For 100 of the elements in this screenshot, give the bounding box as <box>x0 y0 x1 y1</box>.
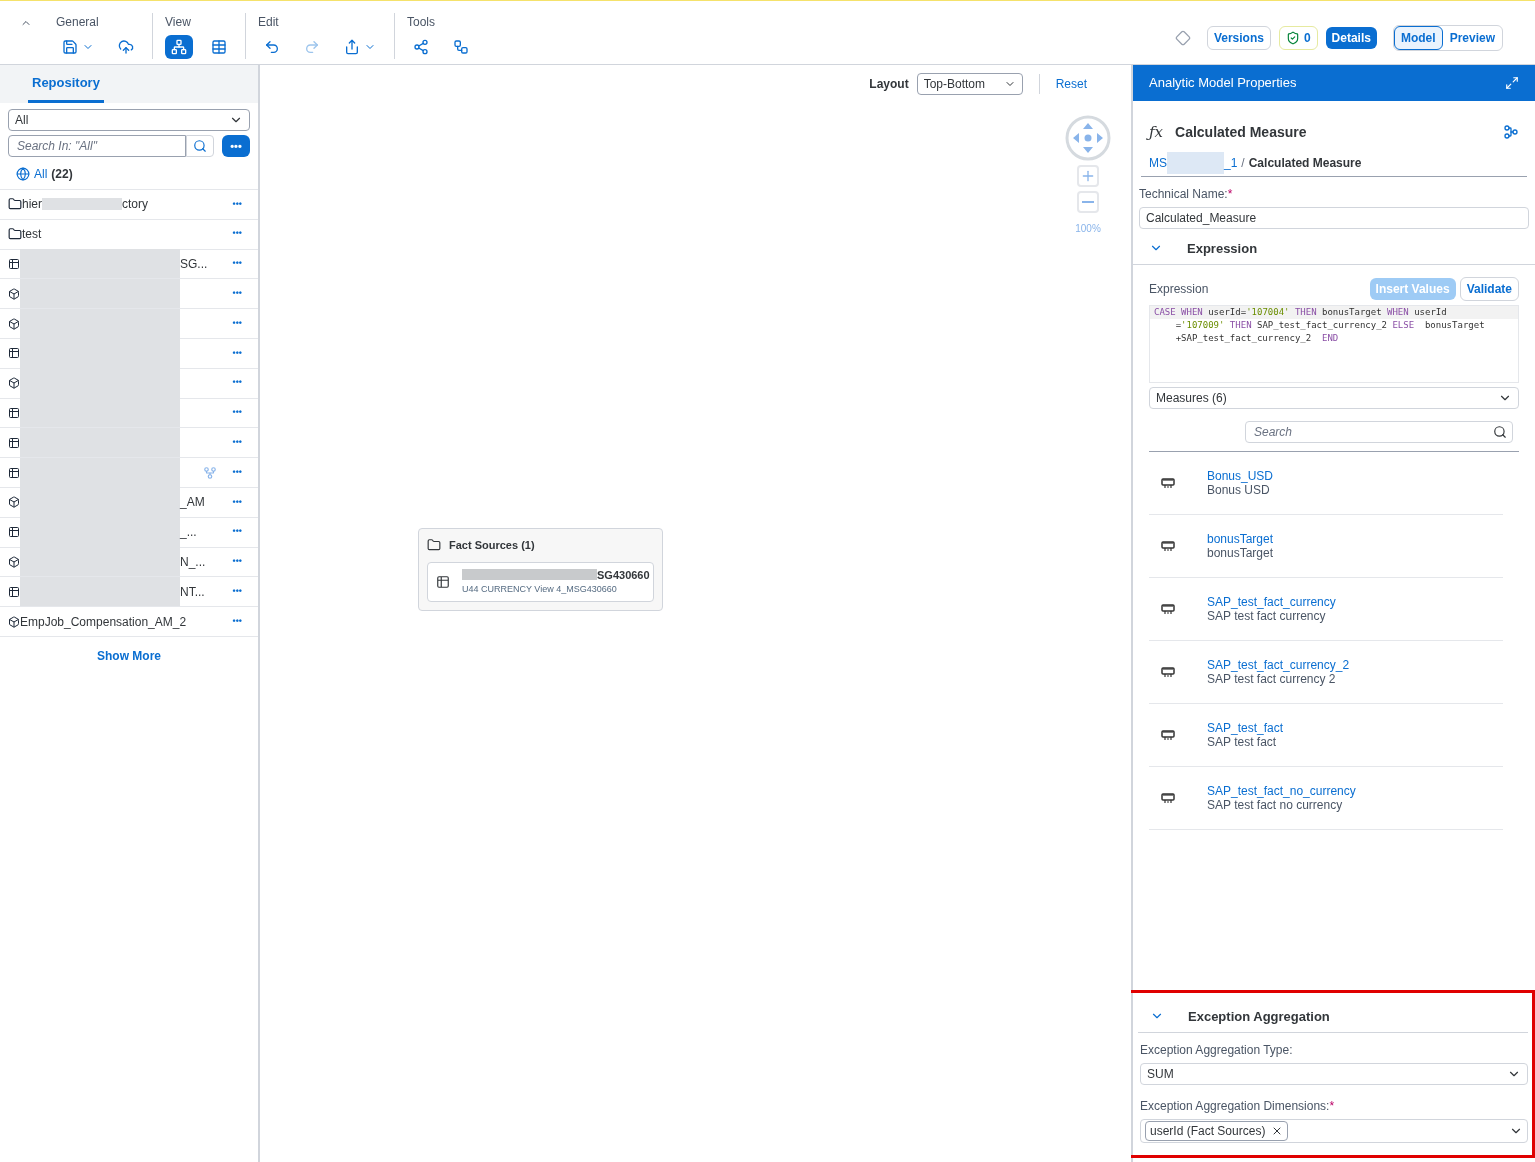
row-menu-button[interactable]: ••• <box>232 376 242 390</box>
node-title: Fact Sources (1) <box>449 538 535 553</box>
repository-row[interactable]: EmpJob_Compensation_AM_2 ••• <box>0 606 258 636</box>
repository-row[interactable]: _AM ••• <box>0 486 258 517</box>
row-menu-button[interactable]: ••• <box>232 585 242 599</box>
repository-row[interactable]: ••• <box>0 367 258 398</box>
reset-link[interactable]: Reset <box>1055 75 1087 93</box>
repository-row[interactable]: test ••• <box>0 218 258 249</box>
measure-heading: Calculated Measure <box>1175 122 1307 142</box>
measure-item[interactable]: SAP_test_fact_currency_2 SAP test fact currency 2 <box>1149 641 1503 704</box>
row-menu-button[interactable]: ••• <box>232 525 242 539</box>
field-label: Exception Aggregation Type: <box>1140 1042 1294 1059</box>
measure-icon <box>1161 603 1175 615</box>
measure-label: SAP test fact no currency <box>1207 798 1344 812</box>
mode-toggle[interactable]: Model <box>1393 26 1443 50</box>
measure-item[interactable]: Bonus_USD Bonus USD <box>1149 452 1503 515</box>
repository-row[interactable]: ••• <box>0 308 258 338</box>
row-menu-button[interactable]: ••• <box>232 346 242 361</box>
measure-item[interactable]: SAP_test_fact SAP test fact <box>1149 704 1503 767</box>
item-name: SG... <box>180 256 208 273</box>
repository-row[interactable]: N_... ••• <box>0 546 258 577</box>
aggregation-type-dropdown[interactable]: SUM <box>1140 1063 1528 1085</box>
table-icon <box>8 585 20 598</box>
source-item[interactable]: SG430660 U44 CURRENCY View 4_MSG430660 <box>427 561 654 602</box>
item-name: _... <box>180 524 197 542</box>
row-menu-button[interactable]: ••• <box>232 406 242 420</box>
item-name: ctory <box>122 196 149 214</box>
repository-row[interactable]: hier ctory ••• <box>0 189 258 219</box>
expand-icon[interactable] <box>1505 76 1519 90</box>
breadcrumb-link[interactable]: MS <box>1149 153 1167 172</box>
minus-icon <box>1082 201 1094 203</box>
measure-label: SAP test fact currency <box>1207 609 1327 623</box>
measure-item[interactable]: bonusTarget bonusTarget <box>1149 515 1503 578</box>
measure-icon <box>1161 666 1175 678</box>
row-menu-button[interactable]: ••• <box>232 495 242 510</box>
row-menu-button[interactable]: ••• <box>232 316 242 331</box>
dimensions-field[interactable]: userId (Fact Sources) <box>1140 1119 1528 1143</box>
source-name: SG430660 <box>597 567 650 583</box>
repository-row[interactable]: ••• <box>0 397 258 428</box>
group-label: General <box>56 14 100 31</box>
item-name: hier <box>22 196 42 214</box>
technical-name-field[interactable]: Calculated_Measure <box>1139 206 1529 229</box>
measure-item[interactable]: SAP_test_fact_no_currency SAP test fact no currency <box>1149 767 1503 830</box>
repository-row[interactable]: ••• <box>0 427 258 458</box>
validation-button[interactable]: 0 <box>1278 26 1318 50</box>
section-title: Expression <box>1187 239 1258 258</box>
repository-row[interactable]: ••• <box>0 278 258 309</box>
table-icon <box>8 406 20 419</box>
repository-row[interactable]: ••• <box>0 338 258 368</box>
dimension-token[interactable]: userId (Fact Sources) <box>1145 1121 1289 1141</box>
diamond-icon <box>1174 30 1191 46</box>
toolbar-button[interactable] <box>165 35 193 59</box>
repository-row[interactable]: SG... ••• <box>0 248 258 279</box>
cube-icon <box>8 377 20 390</box>
measure-search-field[interactable]: Search <box>1245 421 1513 443</box>
row-menu-button[interactable]: ••• <box>232 555 242 569</box>
breadcrumb-link[interactable]: _1 <box>1224 153 1238 172</box>
redaction-block <box>1167 151 1224 174</box>
search-field[interactable]: Search In: "All" <box>8 135 186 157</box>
more-button[interactable]: ••• <box>222 135 250 157</box>
fact-sources-node[interactable]: Fact Sources (1) SG430660 U44 CURRENCY View 4_MSG430660 <box>418 528 663 611</box>
measure-icon <box>1161 729 1175 741</box>
row-menu-button[interactable]: ••• <box>232 287 242 301</box>
measures-dropdown[interactable]: Measures (6) <box>1149 387 1519 409</box>
row-menu-button[interactable]: ••• <box>232 227 242 241</box>
cube-icon <box>8 555 20 568</box>
repository-row[interactable]: NT... ••• <box>0 576 258 607</box>
row-menu-button[interactable]: ••• <box>232 614 242 629</box>
repository-row[interactable]: ••• <box>0 457 258 487</box>
group-label: Tools <box>407 14 436 31</box>
filter-dropdown[interactable]: All <box>8 109 250 131</box>
row-menu-button[interactable]: ••• <box>232 436 242 450</box>
table-icon <box>8 526 20 539</box>
expression-editor[interactable]: CASE WHEN userId='107004' THEN bonusTarget WHEN userId ='107009' THEN SAP_test_fact_currency_2 ELSE bonusTarget +SAP_test_fact_currency_2 END <box>1149 305 1519 383</box>
breadcrumb-current: Calculated Measure <box>1248 154 1362 172</box>
row-menu-button[interactable]: ••• <box>232 197 242 212</box>
validate-button[interactable]: Validate <box>1459 277 1519 301</box>
mode-toggle[interactable]: Preview <box>1442 26 1502 50</box>
folder-icon <box>8 197 22 212</box>
search-icon[interactable] <box>1493 425 1507 439</box>
field-label: Technical Name: <box>1139 185 1228 203</box>
structure-icon[interactable] <box>1503 124 1519 141</box>
row-menu-button[interactable]: ••• <box>232 465 242 480</box>
table-icon <box>8 436 20 449</box>
measure-name: bonusTarget <box>1207 532 1274 546</box>
measure-label: SAP test fact currency 2 <box>1207 672 1337 686</box>
breadcrumb-separator: / <box>1241 154 1245 172</box>
layout-dropdown[interactable]: Top-Bottom <box>916 73 1023 95</box>
search-button[interactable] <box>186 135 214 157</box>
required-mark: * <box>1227 185 1233 203</box>
show-more-link[interactable]: Show More <box>97 646 161 665</box>
versions-button[interactable]: Versions <box>1206 26 1271 50</box>
repository-row[interactable]: _... ••• <box>0 516 258 547</box>
cube-icon <box>8 317 20 330</box>
row-menu-button[interactable]: ••• <box>232 257 242 271</box>
folder-icon <box>8 227 22 242</box>
group-label: View <box>165 14 192 31</box>
details-button[interactable]: Details <box>1325 27 1377 49</box>
measure-item[interactable]: SAP_test_fact_currency SAP test fact currency <box>1149 578 1503 641</box>
cube-icon <box>8 615 20 628</box>
